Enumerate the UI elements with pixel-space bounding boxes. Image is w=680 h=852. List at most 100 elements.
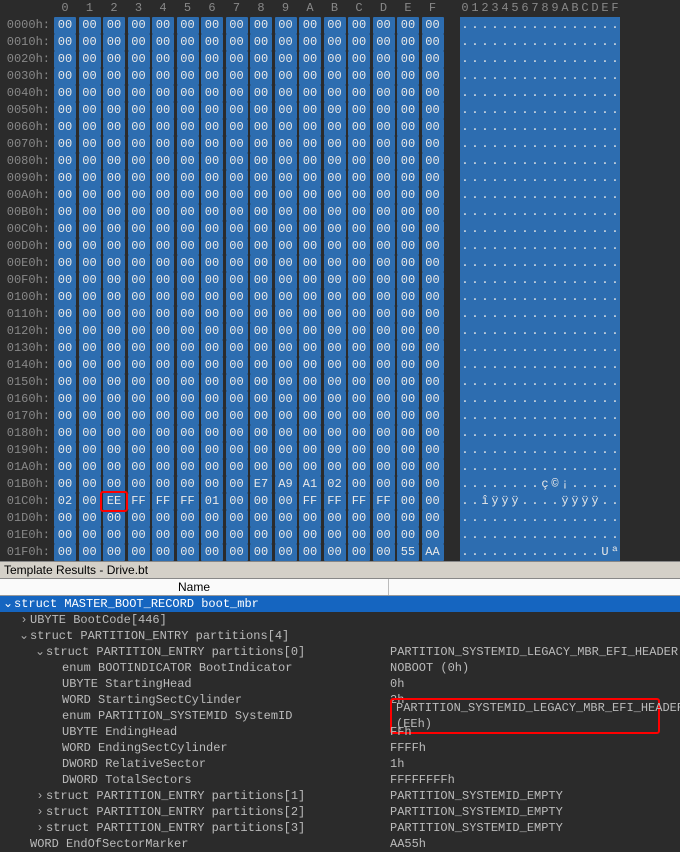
hex-byte[interactable]: 00	[128, 119, 150, 136]
hex-ascii-char[interactable]: .	[490, 51, 500, 68]
hex-ascii-char[interactable]: .	[580, 408, 590, 425]
hex-byte[interactable]: FF	[152, 493, 174, 510]
hex-ascii-char[interactable]: .	[560, 153, 570, 170]
hex-byte[interactable]: 00	[422, 17, 444, 34]
hex-ascii-char[interactable]: .	[570, 476, 580, 493]
hex-ascii-char[interactable]: .	[480, 68, 490, 85]
hex-ascii-char[interactable]: .	[590, 17, 600, 34]
hex-byte[interactable]: 00	[299, 17, 321, 34]
hex-byte[interactable]: 00	[103, 102, 125, 119]
hex-ascii-char[interactable]: .	[470, 102, 480, 119]
hex-byte[interactable]: 00	[152, 119, 174, 136]
hex-ascii-char[interactable]: .	[510, 476, 520, 493]
hex-byte[interactable]: 00	[324, 153, 346, 170]
hex-byte[interactable]: 00	[177, 221, 199, 238]
hex-ascii-char[interactable]: .	[560, 255, 570, 272]
hex-byte[interactable]: 00	[54, 357, 76, 374]
hex-row[interactable]: 0100h:00000000000000000000000000000000..…	[0, 289, 680, 306]
hex-viewer[interactable]: 0123456789ABCDEF 0123456789ABCDEF 0000h:…	[0, 0, 680, 561]
hex-ascii-char[interactable]: .	[460, 272, 470, 289]
hex-byte[interactable]: 00	[250, 204, 272, 221]
hex-byte[interactable]: 00	[226, 204, 248, 221]
hex-byte[interactable]: 00	[397, 442, 419, 459]
hex-byte[interactable]: 00	[177, 323, 199, 340]
tree-node[interactable]: WORD EndOfSectorMarkerAA55h	[0, 836, 680, 852]
hex-byte[interactable]: 00	[250, 340, 272, 357]
hex-ascii-char[interactable]: .	[570, 170, 580, 187]
hex-byte[interactable]: 00	[422, 272, 444, 289]
hex-ascii-char[interactable]: .	[480, 153, 490, 170]
hex-byte[interactable]: 00	[324, 136, 346, 153]
tree-node[interactable]: ⌄struct MASTER_BOOT_RECORD boot_mbr	[0, 596, 680, 612]
hex-ascii-char[interactable]: .	[580, 510, 590, 527]
hex-ascii-char[interactable]: .	[580, 527, 590, 544]
hex-byte[interactable]: 00	[201, 323, 223, 340]
hex-byte[interactable]: 00	[79, 136, 101, 153]
hex-byte[interactable]: 00	[128, 34, 150, 51]
hex-byte[interactable]: 00	[177, 476, 199, 493]
hex-byte[interactable]: 00	[324, 85, 346, 102]
hex-ascii-char[interactable]: .	[580, 17, 590, 34]
hex-byte[interactable]: 00	[348, 68, 370, 85]
hex-byte[interactable]: 00	[299, 85, 321, 102]
hex-ascii-char[interactable]: .	[460, 408, 470, 425]
hex-ascii-char[interactable]: .	[570, 408, 580, 425]
hex-ascii-char[interactable]: .	[520, 510, 530, 527]
hex-byte[interactable]: 00	[177, 374, 199, 391]
hex-byte[interactable]: 00	[128, 102, 150, 119]
hex-ascii-char[interactable]: .	[520, 119, 530, 136]
hex-byte[interactable]: 00	[299, 119, 321, 136]
hex-byte[interactable]: 00	[299, 357, 321, 374]
hex-row[interactable]: 0190h:00000000000000000000000000000000..…	[0, 442, 680, 459]
hex-byte[interactable]: 00	[250, 85, 272, 102]
hex-byte[interactable]: 00	[348, 34, 370, 51]
hex-row[interactable]: 01C0h:0200EEFFFFFF01000000FFFFFFFF0000..…	[0, 493, 680, 510]
hex-byte[interactable]: 00	[422, 34, 444, 51]
hex-byte[interactable]: 00	[201, 544, 223, 561]
hex-ascii-char[interactable]: .	[570, 510, 580, 527]
hex-byte[interactable]: 00	[348, 238, 370, 255]
hex-byte[interactable]: 00	[201, 408, 223, 425]
hex-byte[interactable]: 00	[201, 238, 223, 255]
hex-ascii-char[interactable]: .	[510, 459, 520, 476]
hex-byte[interactable]: 00	[152, 255, 174, 272]
hex-byte[interactable]: 00	[397, 306, 419, 323]
hex-byte[interactable]: 00	[373, 272, 395, 289]
hex-ascii-char[interactable]: .	[580, 34, 590, 51]
hex-byte[interactable]: 00	[299, 221, 321, 238]
hex-ascii-char[interactable]: .	[480, 357, 490, 374]
hex-byte[interactable]: 00	[152, 170, 174, 187]
hex-ascii-char[interactable]: .	[600, 17, 610, 34]
hex-byte[interactable]: 00	[397, 357, 419, 374]
hex-byte[interactable]: 00	[152, 187, 174, 204]
hex-row[interactable]: 0010h:00000000000000000000000000000000..…	[0, 34, 680, 51]
hex-ascii-char[interactable]: .	[490, 340, 500, 357]
hex-ascii-char[interactable]: .	[500, 544, 510, 561]
hex-ascii-char[interactable]: .	[590, 221, 600, 238]
hex-row[interactable]: 0120h:00000000000000000000000000000000..…	[0, 323, 680, 340]
hex-byte[interactable]: 00	[422, 255, 444, 272]
hex-byte[interactable]: 00	[324, 17, 346, 34]
hex-byte[interactable]: 00	[177, 357, 199, 374]
hex-byte[interactable]: 00	[201, 17, 223, 34]
hex-byte[interactable]: 00	[324, 527, 346, 544]
hex-byte[interactable]: 00	[103, 17, 125, 34]
hex-ascii-char[interactable]: .	[540, 544, 550, 561]
hex-byte[interactable]: E7	[250, 476, 272, 493]
hex-byte[interactable]: 00	[324, 459, 346, 476]
hex-byte[interactable]: 00	[397, 340, 419, 357]
hex-byte[interactable]: FF	[128, 493, 150, 510]
hex-byte[interactable]: 00	[54, 391, 76, 408]
hex-byte[interactable]: 00	[152, 34, 174, 51]
hex-ascii-char[interactable]: .	[530, 85, 540, 102]
hex-ascii-char[interactable]: .	[480, 136, 490, 153]
hex-byte[interactable]: 00	[422, 51, 444, 68]
hex-byte[interactable]: 00	[373, 34, 395, 51]
tree-node[interactable]: WORD EndingSectCylinderFFFFh	[0, 740, 680, 756]
hex-byte[interactable]: 00	[397, 170, 419, 187]
hex-byte[interactable]: 00	[103, 187, 125, 204]
hex-ascii-char[interactable]: .	[550, 51, 560, 68]
hex-byte[interactable]: 00	[250, 34, 272, 51]
hex-ascii-char[interactable]: .	[490, 102, 500, 119]
hex-ascii-char[interactable]: .	[530, 442, 540, 459]
